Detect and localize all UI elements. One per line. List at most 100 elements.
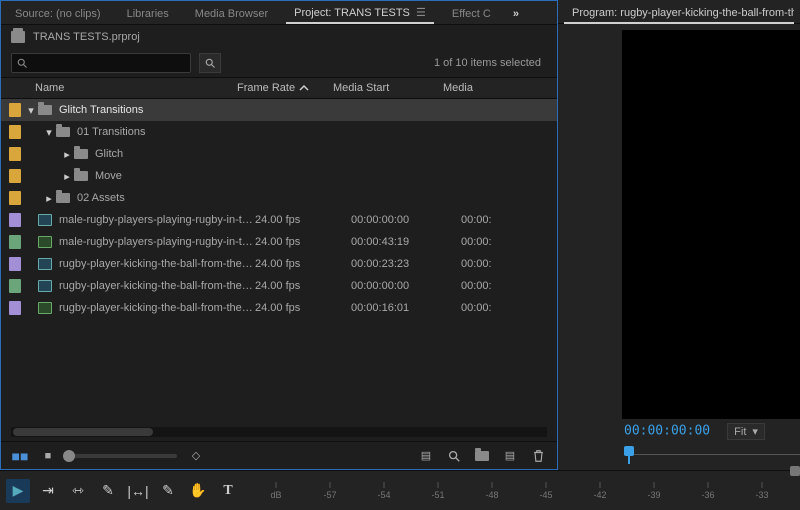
db-tick: dB [270,482,281,500]
expand-toggle[interactable]: ▾ [25,104,37,117]
type-tool[interactable]: T [216,479,240,503]
program-scrubber[interactable] [624,446,800,470]
expand-toggle[interactable]: ▾ [43,126,55,139]
tab-program[interactable]: Program: rugby-player-kicking-the-ball-f… [564,4,794,24]
search-bin-icon [204,57,216,69]
search-input[interactable] [32,57,186,69]
pen-tool[interactable]: ✎ [156,479,180,503]
item-name[interactable]: rugby-player-kicking-the-ball-from-the-k… [59,280,255,292]
hand-tool[interactable]: ✋ [186,479,210,503]
frame-rate: 24.00 fps [255,236,351,248]
ripple-edit-tool[interactable]: ⇿ [66,479,90,503]
item-name[interactable]: Glitch [95,148,255,160]
col-media-start[interactable]: Media Start [333,82,443,94]
col-frame-rate[interactable]: Frame Rate [237,82,333,94]
project-row[interactable]: ▸ 02 Assets [1,187,557,209]
label-color[interactable] [9,257,21,271]
slip-tool[interactable]: |↔| [126,479,150,503]
search-input-wrapper[interactable] [11,53,191,73]
project-row[interactable]: male-rugby-players-playing-rugby-in-the-… [1,231,557,253]
project-row[interactable]: male-rugby-players-playing-rugby-in-the-… [1,209,557,231]
folder-icon [37,103,53,117]
item-name[interactable]: 02 Assets [77,192,255,204]
audio-meter-ruler: dB-57-54-51-48-45-42-39-36-33 [256,476,800,506]
project-row[interactable]: rugby-player-kicking-the-ball-from-the-k… [1,275,557,297]
program-viewer[interactable] [622,30,800,419]
folder-icon [55,125,71,139]
label-color[interactable] [9,147,21,161]
item-name[interactable]: rugby-player-kicking-the-ball-from-the-k… [59,302,255,314]
new-search-bin-button[interactable] [199,53,221,73]
label-color[interactable] [9,235,21,249]
folder-icon [73,147,89,161]
label-color[interactable] [9,213,21,227]
media-end: 00:00: [461,302,557,314]
selection-status: 1 of 10 items selected [434,57,547,69]
expand-toggle[interactable]: ▸ [43,192,55,205]
label-color[interactable] [9,279,21,293]
tab-effect-controls[interactable]: Effect C [444,5,499,23]
label-color[interactable] [9,103,21,117]
playhead[interactable] [624,446,634,456]
project-row[interactable]: rugby-player-kicking-the-ball-from-the-k… [1,253,557,275]
db-tick: -36 [701,482,714,500]
horizontal-scrollbar[interactable] [11,427,547,437]
db-tick: -39 [647,482,660,500]
sort-icons-button[interactable]: ◇ [187,447,205,465]
folder-icon [55,191,71,205]
media-end: 00:00: [461,280,557,292]
panel-tabs: Source: (no clips) Libraries Media Brows… [1,1,557,25]
selection-tool[interactable]: ▶ [6,479,30,503]
expand-toggle[interactable]: ▸ [61,170,73,183]
marker-icon[interactable] [790,466,800,476]
delete-button[interactable] [529,447,547,465]
project-row[interactable]: ▸ Glitch [1,143,557,165]
automate-to-sequence-button[interactable]: ▤ [417,447,435,465]
label-color[interactable] [9,125,21,139]
expand-toggle[interactable]: ▸ [61,148,73,161]
tab-source[interactable]: Source: (no clips) [7,5,109,23]
track-select-tool[interactable]: ⇥ [36,479,60,503]
project-row[interactable]: rugby-player-kicking-the-ball-from-the-k… [1,297,557,319]
zoom-fit-select[interactable]: Fit ▾ [727,423,765,440]
db-tick: -48 [485,482,498,500]
project-row[interactable]: ▾ Glitch Transitions [1,99,557,121]
column-header: Name Frame Rate Media Start Media [1,77,557,99]
item-name[interactable]: 01 Transitions [77,126,255,138]
item-name[interactable]: Move [95,170,255,182]
col-media-end[interactable]: Media [443,82,557,94]
project-row[interactable]: ▸ Move [1,165,557,187]
label-color[interactable] [9,301,21,315]
tab-menu-icon[interactable]: ☰ [413,7,426,19]
icon-view-button[interactable]: ■ [39,447,57,465]
project-row[interactable]: ▾ 01 Transitions [1,121,557,143]
find-icon [447,449,461,463]
folder-icon [73,169,89,183]
tabs-overflow-button[interactable]: » [509,8,523,20]
program-timecode[interactable]: 00:00:00:00 [624,424,710,439]
item-name[interactable]: male-rugby-players-playing-rugby-in-the-… [59,214,255,226]
tab-project[interactable]: Project: TRANS TESTS ☰ [286,3,434,24]
new-item-button[interactable]: ▤ [501,447,519,465]
media-start: 00:00:16:01 [351,302,461,314]
timeline-tools: ▶ ⇥ ⇿ ✎ |↔| ✎ ✋ T [0,479,246,503]
item-name[interactable]: rugby-player-kicking-the-ball-from-the-k… [59,258,255,270]
col-name[interactable]: Name [1,82,237,94]
frame-rate: 24.00 fps [255,214,351,226]
project-item-list: ▾ Glitch Transitions ▾ 01 Transitions ▸ Glitc… [1,99,557,423]
item-name[interactable]: male-rugby-players-playing-rugby-in-the-… [59,236,255,248]
project-filename: TRANS TESTS.prproj [33,31,140,43]
db-tick: -45 [539,482,552,500]
new-bin-button[interactable] [473,447,491,465]
find-button[interactable] [445,447,463,465]
thumbnail-zoom-slider[interactable] [67,454,177,458]
list-view-button[interactable]: ■■ [11,447,29,465]
label-color[interactable] [9,191,21,205]
item-name[interactable]: Glitch Transitions [59,104,255,116]
tab-media-browser[interactable]: Media Browser [187,5,276,23]
tab-libraries[interactable]: Libraries [119,5,177,23]
rate-stretch-tool[interactable]: ✎ [96,479,120,503]
media-end: 00:00: [461,236,557,248]
media-start: 00:00:00:00 [351,280,461,292]
label-color[interactable] [9,169,21,183]
